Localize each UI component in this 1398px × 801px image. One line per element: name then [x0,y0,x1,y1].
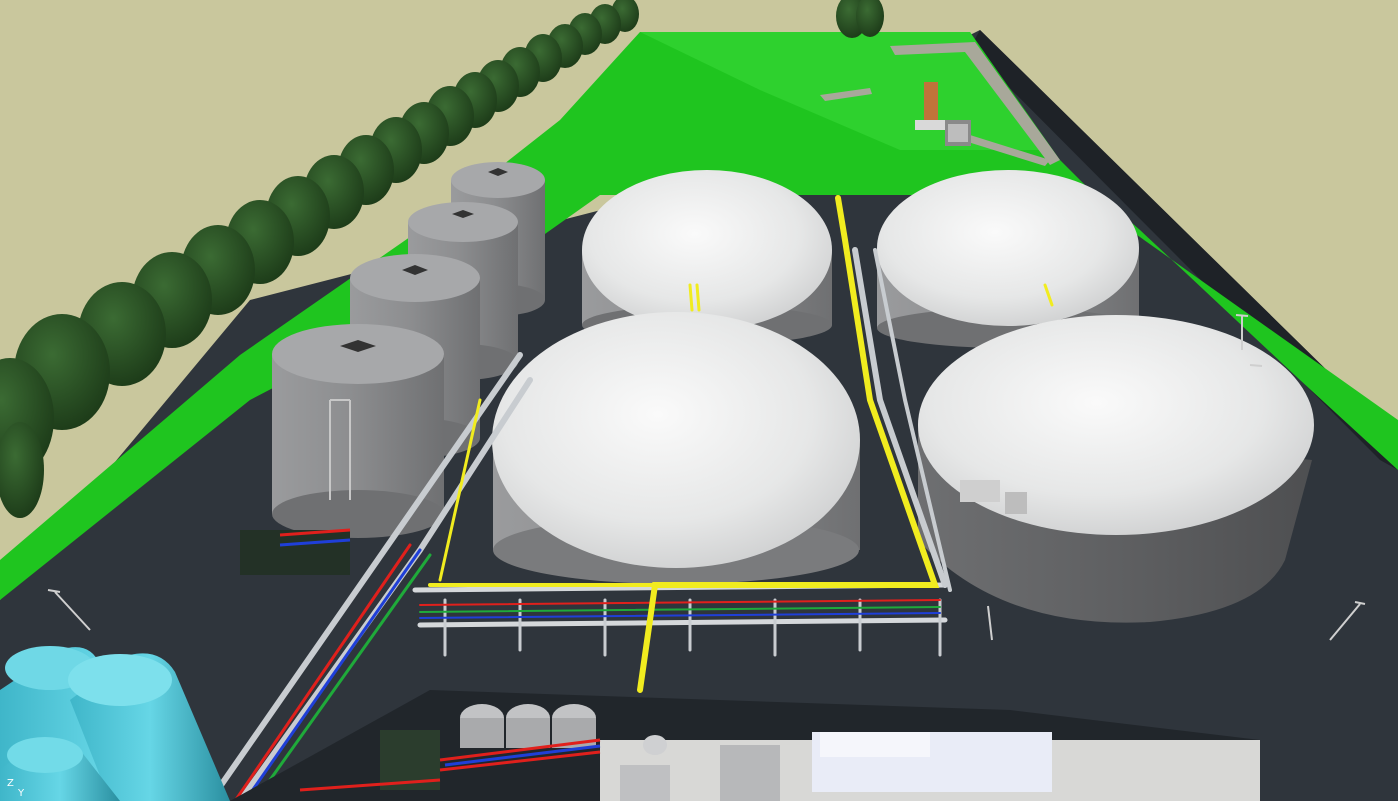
axis-indicator: Z Y [4,779,38,801]
container-unit [240,528,351,575]
3d-viewport[interactable]: Z Y [0,0,1398,801]
digester-front-left [492,312,860,584]
flare-tower [924,82,938,124]
plant-scene [0,0,1398,801]
axis-z-label: Z [7,778,14,789]
digester-front-right [918,315,1314,623]
axis-y-label: Y [18,788,25,799]
